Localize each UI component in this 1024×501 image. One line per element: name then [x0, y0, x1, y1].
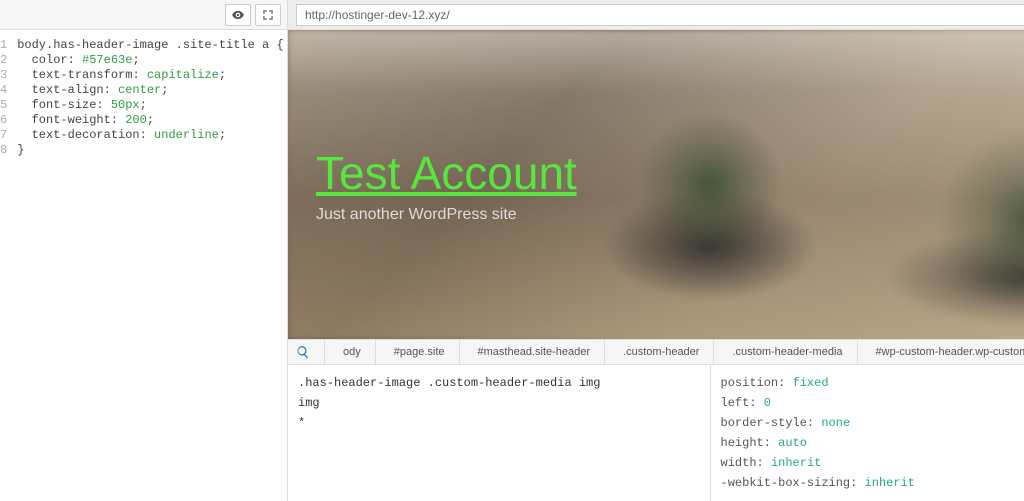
inspect-search-button[interactable] [288, 340, 325, 364]
code-content[interactable]: body.has-header-image .site-title a { co… [13, 30, 287, 501]
inspector-panel: .has-header-image .custom-header-media i… [288, 365, 1024, 501]
style-row[interactable]: width: inherit [721, 453, 1024, 473]
expand-icon [261, 8, 275, 22]
selector-row[interactable]: .has-header-image .custom-header-media i… [298, 373, 700, 393]
site-title: Test Account [316, 146, 1024, 200]
site-title-link[interactable]: Test Account [316, 147, 577, 199]
selector-row[interactable]: img [298, 393, 700, 413]
breadcrumb-item[interactable]: .custom-header-media [714, 340, 857, 364]
search-icon [296, 345, 310, 359]
breadcrumb-item[interactable]: .custom-header [605, 340, 714, 364]
style-row[interactable]: position: fixed [721, 373, 1024, 393]
url-bar-row: http://hostinger-dev-12.xyz/ [288, 0, 1024, 30]
preview-toggle-button[interactable] [225, 4, 251, 26]
editor-toolbar [0, 0, 287, 30]
fullscreen-button[interactable] [255, 4, 281, 26]
selector-row[interactable]: * [298, 413, 700, 433]
site-preview[interactable]: Test Account Just another WordPress site… [288, 30, 1024, 339]
breadcrumb-item[interactable]: ody [325, 340, 376, 364]
css-editor[interactable]: 12345678 body.has-header-image .site-tit… [0, 30, 287, 501]
editor-panel: 12345678 body.has-header-image .site-tit… [0, 0, 288, 501]
url-input[interactable]: http://hostinger-dev-12.xyz/ [296, 4, 1024, 26]
inspector-styles[interactable]: position: fixedleft: 0border-style: none… [711, 365, 1024, 501]
dom-breadcrumb: ody#page.site#masthead.site-header.custo… [288, 339, 1024, 365]
breadcrumb-item[interactable]: #wp-custom-header.wp-custom-header [858, 340, 1024, 364]
style-row[interactable]: height: auto [721, 433, 1024, 453]
style-row[interactable]: left: 0 [721, 393, 1024, 413]
breadcrumb-item[interactable]: #masthead.site-header [460, 340, 606, 364]
preview-viewport: Test Account Just another WordPress site… [288, 30, 1024, 339]
eye-icon [231, 8, 245, 22]
site-tagline: Just another WordPress site [316, 206, 1024, 224]
style-row[interactable]: border-style: none [721, 413, 1024, 433]
style-row[interactable]: -webkit-box-sizing: inherit [721, 473, 1024, 493]
breadcrumb-item[interactable]: #page.site [376, 340, 460, 364]
inspector-selectors[interactable]: .has-header-image .custom-header-media i… [288, 365, 711, 501]
app-root: 12345678 body.has-header-image .site-tit… [0, 0, 1024, 501]
line-numbers: 12345678 [0, 30, 13, 501]
preview-panel: http://hostinger-dev-12.xyz/ Test Accoun… [288, 0, 1024, 501]
